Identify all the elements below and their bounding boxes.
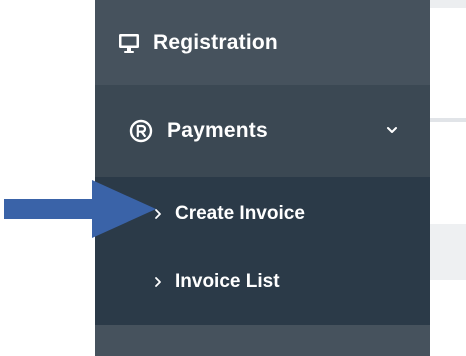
screenshot-stage: Registration Payments Create Invoice Inv… [0, 0, 466, 356]
sidebar-item-payments[interactable]: Payments [95, 85, 430, 177]
sidebar-item-label: Registration [153, 30, 278, 54]
main-content-edge [430, 0, 466, 356]
registered-icon [129, 119, 153, 143]
chevron-down-icon[interactable] [386, 125, 398, 135]
sidebar-item-next[interactable] [95, 325, 430, 356]
chevron-right-icon [153, 275, 163, 289]
content-band [430, 280, 466, 356]
content-band [430, 224, 466, 280]
submenu-item-label: Create Invoice [175, 203, 305, 224]
content-band [430, 8, 466, 118]
sidebar-nav: Registration Payments Create Invoice Inv… [95, 0, 430, 356]
monitor-icon [117, 31, 141, 55]
sidebar-item-label: Payments [167, 119, 268, 142]
content-divider [430, 118, 466, 122]
content-band [430, 0, 466, 8]
annotation-arrow-icon [4, 180, 156, 238]
submenu-item-label: Invoice List [175, 271, 280, 292]
submenu-item-invoice-list[interactable]: Invoice List [95, 245, 430, 319]
page-margin [0, 0, 95, 356]
sidebar-item-registration[interactable]: Registration [95, 0, 430, 85]
